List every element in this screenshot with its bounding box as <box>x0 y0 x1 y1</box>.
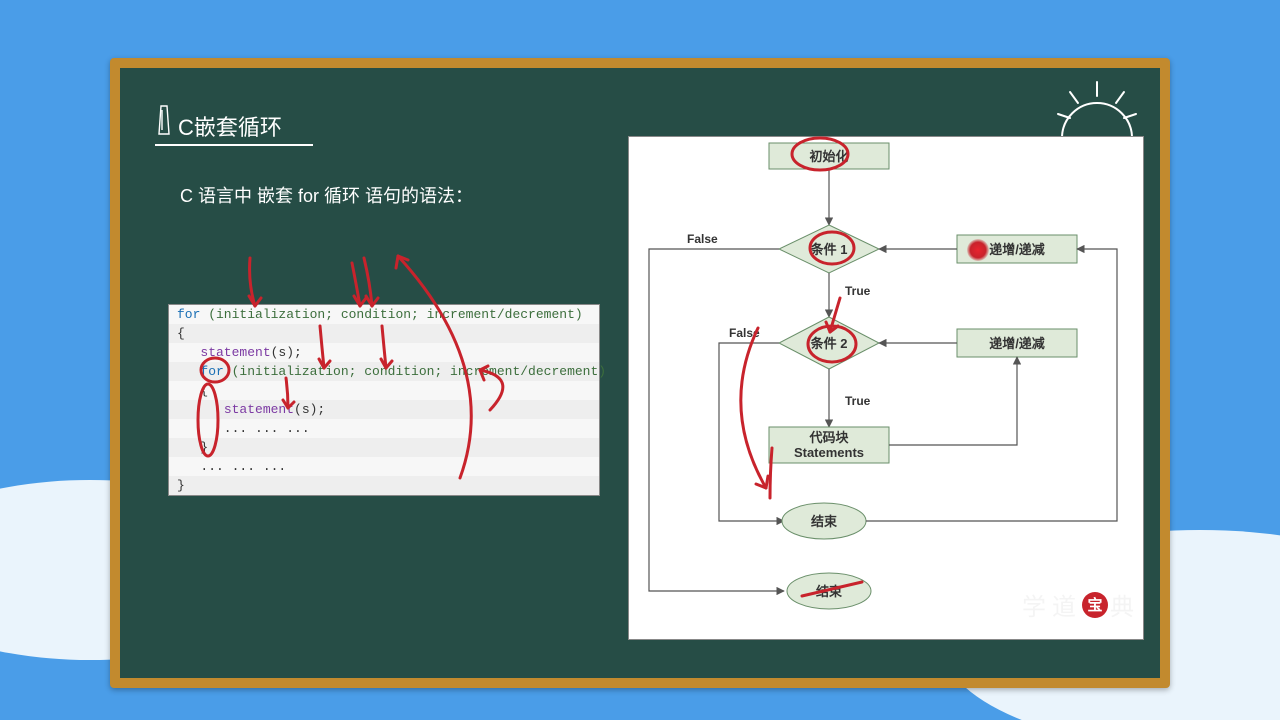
svg-text:False: False <box>687 232 718 246</box>
page-title: C嵌套循环 <box>178 110 282 142</box>
blackboard-frame: C嵌套循环 C 语言中 嵌套 for 循环 语句的语法： for (initia… <box>110 58 1170 688</box>
svg-text:代码块: 代码块 <box>808 430 849 445</box>
svg-text:True: True <box>845 394 871 408</box>
code-example: for (initialization; condition; incremen… <box>168 304 600 496</box>
svg-text:False: False <box>729 326 760 340</box>
flowchart: 初始化 条件 1 递增/递减 True False 条件 2 <box>628 136 1144 640</box>
seal-icon: 宝 <box>1082 592 1108 618</box>
svg-text:Statements: Statements <box>794 445 864 460</box>
svg-text:True: True <box>845 284 871 298</box>
svg-text:结束: 结束 <box>816 584 843 599</box>
title-underline <box>155 144 313 146</box>
laser-pointer <box>967 239 989 261</box>
chalk-icon <box>155 104 173 138</box>
subtitle: C 语言中 嵌套 for 循环 语句的语法： <box>180 182 473 208</box>
svg-text:条件 1: 条件 1 <box>811 242 848 257</box>
svg-text:递增/递减: 递增/递减 <box>989 242 1045 257</box>
svg-text:条件 2: 条件 2 <box>811 336 848 351</box>
svg-text:初始化: 初始化 <box>809 149 848 164</box>
svg-text:结束: 结束 <box>811 514 838 529</box>
blackboard: C嵌套循环 C 语言中 嵌套 for 循环 语句的语法： for (initia… <box>120 68 1160 678</box>
brand-watermark: 学道 宝 典 <box>1022 587 1138 622</box>
svg-text:递增/递减: 递增/递减 <box>989 336 1045 351</box>
